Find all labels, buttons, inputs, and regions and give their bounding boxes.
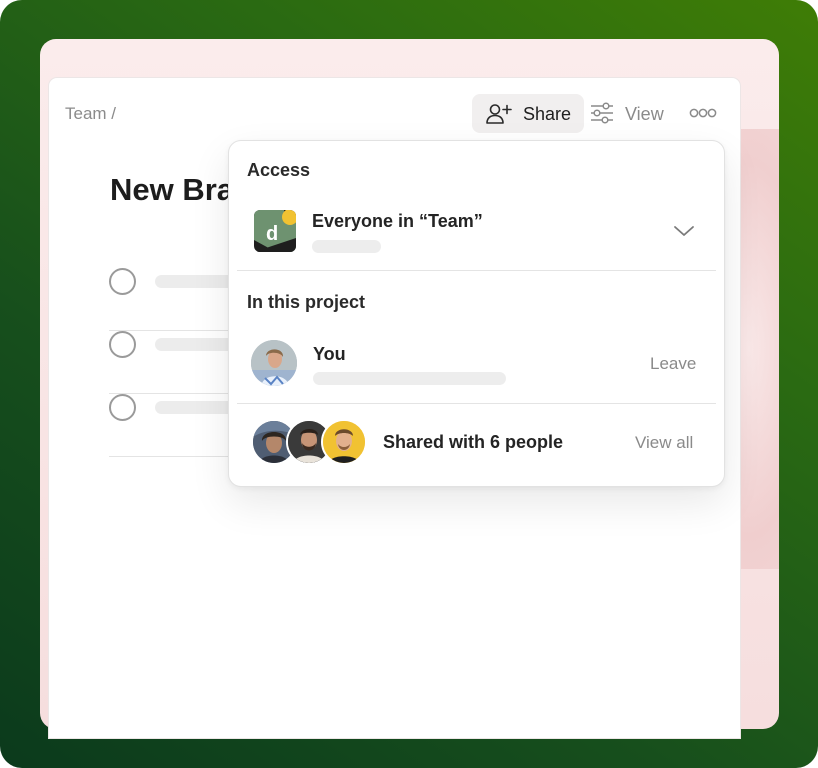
view-all-button[interactable]: View all bbox=[635, 433, 693, 453]
team-name: Everyone in “Team” bbox=[312, 211, 483, 231]
share-button[interactable]: Share bbox=[472, 94, 584, 133]
task-checkbox[interactable] bbox=[109, 331, 136, 358]
project-heading: In this project bbox=[247, 292, 366, 312]
chevron-down-icon[interactable] bbox=[673, 224, 695, 243]
more-dots-icon bbox=[688, 108, 718, 126]
member-email-placeholder bbox=[313, 372, 506, 385]
add-person-icon bbox=[485, 103, 513, 130]
more-button[interactable] bbox=[688, 104, 718, 122]
view-label: View bbox=[625, 104, 664, 124]
sliders-icon bbox=[590, 102, 614, 129]
avatar bbox=[321, 419, 367, 465]
share-label: Share bbox=[523, 104, 572, 124]
task-checkbox[interactable] bbox=[109, 394, 136, 421]
divider bbox=[237, 403, 716, 404]
task-checkbox[interactable] bbox=[109, 268, 136, 295]
team-logo: d bbox=[254, 210, 296, 252]
team-subtitle-placeholder bbox=[312, 240, 381, 253]
page-title: New Bra bbox=[110, 172, 235, 207]
share-popover: Access d Everyone in “Team” In this proj… bbox=[228, 140, 725, 487]
team-logo-letter: d bbox=[266, 223, 278, 245]
divider bbox=[237, 270, 716, 271]
shared-count-label: Shared with 6 people bbox=[383, 432, 564, 452]
access-heading: Access bbox=[247, 160, 311, 180]
breadcrumb[interactable]: Team / bbox=[65, 104, 116, 124]
avatar bbox=[251, 340, 297, 386]
leave-button[interactable]: Leave bbox=[650, 354, 696, 374]
member-name: You bbox=[313, 344, 346, 364]
